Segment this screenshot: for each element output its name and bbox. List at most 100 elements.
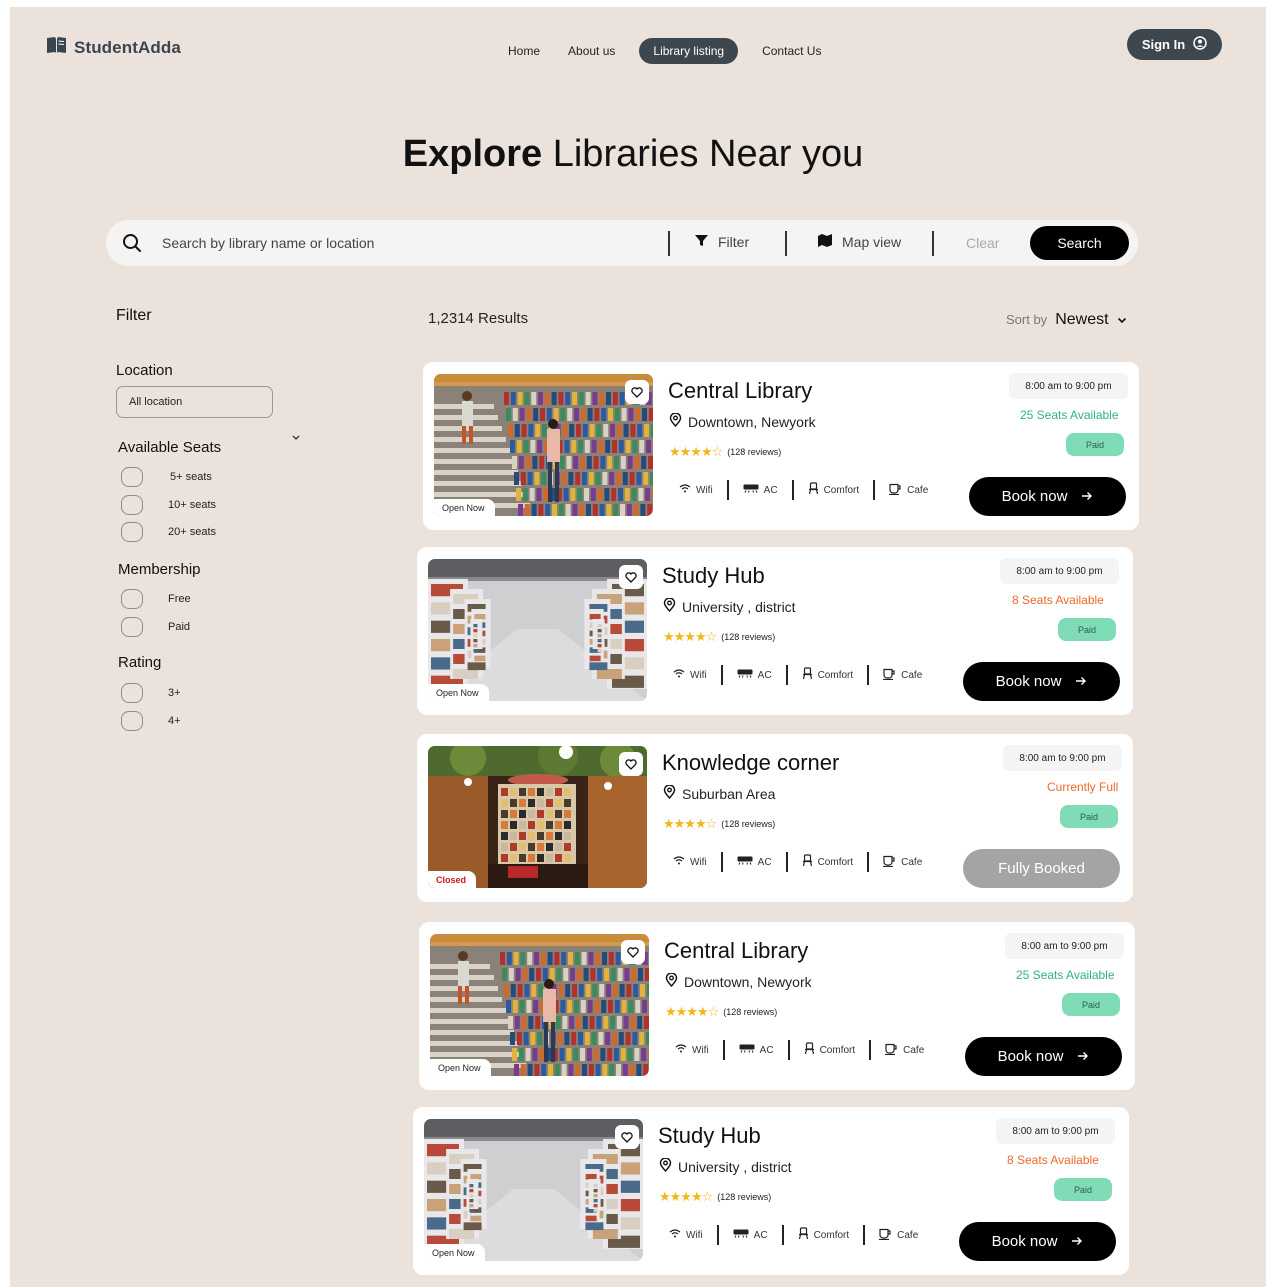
chair-icon bbox=[804, 1042, 815, 1058]
amenity-label: Cafe bbox=[907, 484, 929, 496]
amenity-wifi: Wifi bbox=[673, 856, 707, 868]
book-now-button[interactable]: Book now bbox=[965, 1037, 1122, 1076]
sort-dropdown[interactable]: Sort by Newest bbox=[1006, 311, 1127, 329]
sign-in-label: Sign In bbox=[1141, 37, 1186, 52]
seats-availability: 25 Seats Available bbox=[1016, 968, 1115, 982]
seats-option[interactable]: 5+ seats bbox=[121, 467, 212, 487]
rating-option[interactable]: 4+ bbox=[121, 711, 181, 731]
library-name[interactable]: Central Library bbox=[664, 938, 808, 964]
library-name[interactable]: Central Library bbox=[668, 378, 812, 404]
map-view-button[interactable]: Map view bbox=[818, 234, 901, 250]
rating-option[interactable]: 3+ bbox=[121, 683, 181, 703]
library-location: University , district bbox=[659, 1157, 792, 1175]
amenity-label: Comfort bbox=[813, 1229, 850, 1241]
amenity-ac: AC bbox=[737, 669, 772, 681]
amenity-ac: AC bbox=[739, 1044, 774, 1056]
nav-library-listing[interactable]: Library listing bbox=[639, 38, 739, 64]
review-count: (128 reviews) bbox=[721, 819, 776, 829]
opening-hours: 8:00 am to 9:00 pm bbox=[996, 1118, 1115, 1144]
status-badge: Open Now bbox=[428, 684, 489, 701]
star-icon: ★★★★☆ bbox=[663, 816, 717, 831]
nav-home[interactable]: Home bbox=[494, 38, 554, 64]
library-name[interactable]: Knowledge corner bbox=[662, 750, 839, 776]
amenities: Wifi AC Comfort Cafe bbox=[673, 665, 922, 685]
wifi-icon bbox=[675, 1044, 687, 1056]
checkbox[interactable] bbox=[121, 522, 143, 542]
heart-icon[interactable] bbox=[619, 752, 643, 776]
amenity-label: AC bbox=[759, 1044, 774, 1056]
search-button[interactable]: Search bbox=[1030, 226, 1129, 260]
amenity-cafe: Cafe bbox=[883, 668, 922, 683]
checkbox[interactable] bbox=[121, 617, 143, 637]
library-photo: Open Now bbox=[428, 559, 647, 701]
seats-option[interactable]: 10+ seats bbox=[121, 495, 216, 515]
arrow-right-icon bbox=[1081, 488, 1093, 505]
heart-icon[interactable] bbox=[625, 380, 649, 404]
library-card[interactable]: Closed Knowledge corner Suburban Area ★★… bbox=[417, 734, 1133, 902]
seats-option[interactable]: 20+ seats bbox=[121, 522, 216, 542]
option-label: 4+ bbox=[168, 715, 181, 727]
nav-about[interactable]: About us bbox=[554, 38, 629, 64]
star-icon: ★★★★☆ bbox=[659, 1189, 713, 1204]
amenity-wifi: Wifi bbox=[679, 484, 713, 496]
divider bbox=[785, 852, 788, 872]
book-now-button[interactable]: Book now bbox=[969, 477, 1126, 516]
coffee-cup-icon bbox=[885, 1043, 898, 1058]
library-name[interactable]: Study Hub bbox=[662, 563, 765, 589]
library-card[interactable]: Open Now Study Hub University , district… bbox=[413, 1107, 1129, 1275]
library-card[interactable]: Open Now Study Hub University , district… bbox=[417, 547, 1133, 715]
coffee-cup-icon bbox=[889, 483, 902, 498]
title-rest: Libraries Near you bbox=[552, 133, 864, 175]
search-icon bbox=[122, 233, 142, 258]
book-now-button[interactable]: Book now bbox=[963, 662, 1120, 701]
library-card[interactable]: Open Now Central Library Downtown, Newyo… bbox=[419, 922, 1135, 1090]
heart-icon[interactable] bbox=[621, 940, 645, 964]
amenities: Wifi AC Comfort Cafe bbox=[673, 852, 922, 872]
membership-badge: Paid bbox=[1066, 433, 1124, 456]
location-text: Downtown, Newyork bbox=[688, 413, 816, 430]
amenity-label: Cafe bbox=[901, 669, 923, 681]
seats-title: Available Seats bbox=[118, 439, 222, 456]
library-name[interactable]: Study Hub bbox=[658, 1123, 761, 1149]
status-badge: Open Now bbox=[424, 1244, 485, 1261]
library-card[interactable]: Open Now Central Library Downtown, Newyo… bbox=[423, 362, 1139, 530]
amenity-label: AC bbox=[763, 484, 778, 496]
divider bbox=[668, 231, 670, 256]
book-label: Book now bbox=[991, 1233, 1058, 1250]
location-text: University , district bbox=[678, 1158, 792, 1175]
membership-option[interactable]: Paid bbox=[121, 617, 190, 637]
amenity-comfort: Comfort bbox=[802, 854, 853, 870]
seats-availability: 25 Seats Available bbox=[1020, 408, 1119, 422]
membership-option[interactable]: Free bbox=[121, 589, 191, 609]
fully-booked-button[interactable]: Fully Booked bbox=[963, 849, 1120, 888]
heart-icon[interactable] bbox=[619, 565, 643, 589]
heart-icon[interactable] bbox=[615, 1125, 639, 1149]
option-label: 3+ bbox=[168, 687, 181, 699]
divider bbox=[726, 480, 729, 500]
page-title: Explore Libraries Near you bbox=[10, 133, 1256, 176]
amenity-label: Cafe bbox=[903, 1044, 925, 1056]
checkbox[interactable] bbox=[121, 467, 143, 487]
book-now-button[interactable]: Book now bbox=[959, 1222, 1116, 1261]
checkbox[interactable] bbox=[121, 589, 143, 609]
checkbox[interactable] bbox=[121, 495, 143, 515]
library-photo: Open Now bbox=[434, 374, 653, 516]
amenity-ac: AC bbox=[737, 856, 772, 868]
book-label: Book now bbox=[997, 1048, 1064, 1065]
amenity-wifi: Wifi bbox=[669, 1229, 703, 1241]
page: StudentAdda Home About us Library listin… bbox=[10, 7, 1266, 1287]
divider bbox=[869, 1040, 872, 1060]
filter-button[interactable]: Filter bbox=[695, 234, 749, 250]
location-select[interactable]: All location bbox=[116, 386, 273, 418]
brand-logo[interactable]: StudentAdda bbox=[46, 36, 181, 59]
chevron-down-icon[interactable] bbox=[291, 428, 301, 446]
wifi-icon bbox=[673, 669, 685, 681]
search-input[interactable] bbox=[162, 230, 652, 256]
checkbox[interactable] bbox=[121, 711, 143, 731]
checkbox[interactable] bbox=[121, 683, 143, 703]
nav-contact[interactable]: Contact Us bbox=[748, 38, 835, 64]
clear-button[interactable]: Clear bbox=[966, 235, 999, 251]
divider bbox=[863, 1225, 866, 1245]
sign-in-button[interactable]: Sign In bbox=[1127, 29, 1222, 60]
divider bbox=[787, 1040, 790, 1060]
